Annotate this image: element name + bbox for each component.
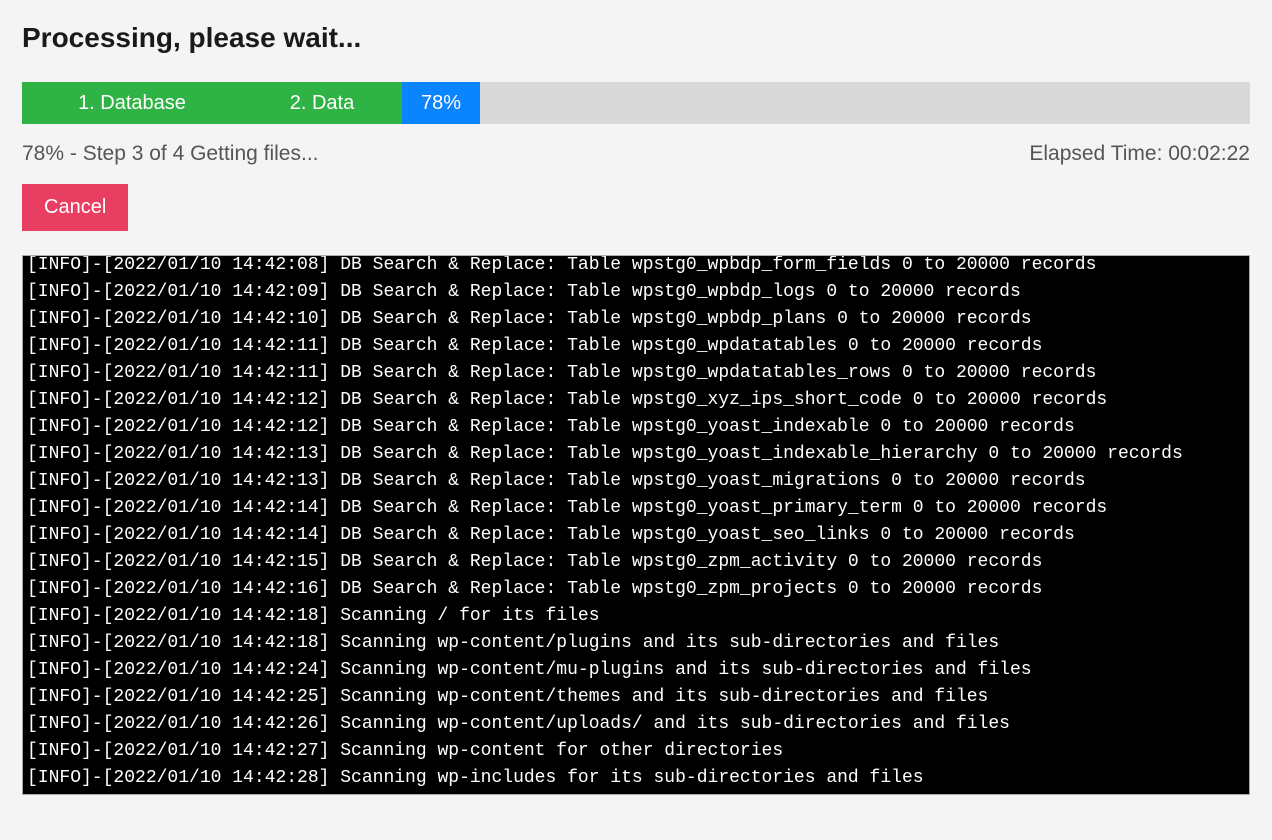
- log-line: [INFO]-[2022/01/10 14:42:08] DB Search &…: [27, 255, 1245, 279]
- status-text-left: 78% - Step 3 of 4 Getting files...: [22, 142, 319, 166]
- status-row: 78% - Step 3 of 4 Getting files... Elaps…: [22, 142, 1250, 166]
- log-line: [INFO]-[2022/01/10 14:42:09] DB Search &…: [27, 279, 1245, 306]
- log-line: [INFO]-[2022/01/10 14:42:25] Scanning wp…: [27, 684, 1245, 711]
- log-line: [INFO]-[2022/01/10 14:42:13] DB Search &…: [27, 441, 1245, 468]
- log-line: [INFO]-[2022/01/10 14:42:12] DB Search &…: [27, 387, 1245, 414]
- log-output[interactable]: [INFO]-[2022/01/10 14:42:08] DB Search &…: [22, 255, 1250, 795]
- progress-step-database: 1. Database: [22, 82, 242, 124]
- log-line: [INFO]-[2022/01/10 14:42:15] DB Search &…: [27, 549, 1245, 576]
- progress-bar: 1. Database 2. Data 78%: [22, 82, 1250, 124]
- log-line: [INFO]-[2022/01/10 14:42:18] Scanning wp…: [27, 630, 1245, 657]
- log-line: [INFO]-[2022/01/10 14:42:27] Scanning wp…: [27, 738, 1245, 765]
- log-line: [INFO]-[2022/01/10 14:42:28] Scanning wp…: [27, 765, 1245, 792]
- log-line: [INFO]-[2022/01/10 14:42:11] DB Search &…: [27, 360, 1245, 387]
- log-line: [INFO]-[2022/01/10 14:42:14] DB Search &…: [27, 495, 1245, 522]
- log-line: [INFO]-[2022/01/10 14:42:12] DB Search &…: [27, 414, 1245, 441]
- status-text-right: Elapsed Time: 00:02:22: [1029, 142, 1250, 166]
- log-line: [INFO]-[2022/01/10 14:42:18] Scanning / …: [27, 603, 1245, 630]
- log-line: [INFO]-[2022/01/10 14:42:24] Scanning wp…: [27, 657, 1245, 684]
- cancel-button[interactable]: Cancel: [22, 184, 128, 231]
- log-line: [INFO]-[2022/01/10 14:42:26] Scanning wp…: [27, 711, 1245, 738]
- progress-step-data: 2. Data: [242, 82, 402, 124]
- progress-percent: 78%: [402, 82, 480, 124]
- log-line: [INFO]-[2022/01/10 14:42:10] DB Search &…: [27, 306, 1245, 333]
- log-line: [INFO]-[2022/01/10 14:42:16] DB Search &…: [27, 576, 1245, 603]
- log-line: [INFO]-[2022/01/10 14:42:11] DB Search &…: [27, 333, 1245, 360]
- log-line: [INFO]-[2022/01/10 14:42:13] DB Search &…: [27, 468, 1245, 495]
- page-title: Processing, please wait...: [22, 22, 1250, 54]
- log-line: [INFO]-[2022/01/10 14:42:14] DB Search &…: [27, 522, 1245, 549]
